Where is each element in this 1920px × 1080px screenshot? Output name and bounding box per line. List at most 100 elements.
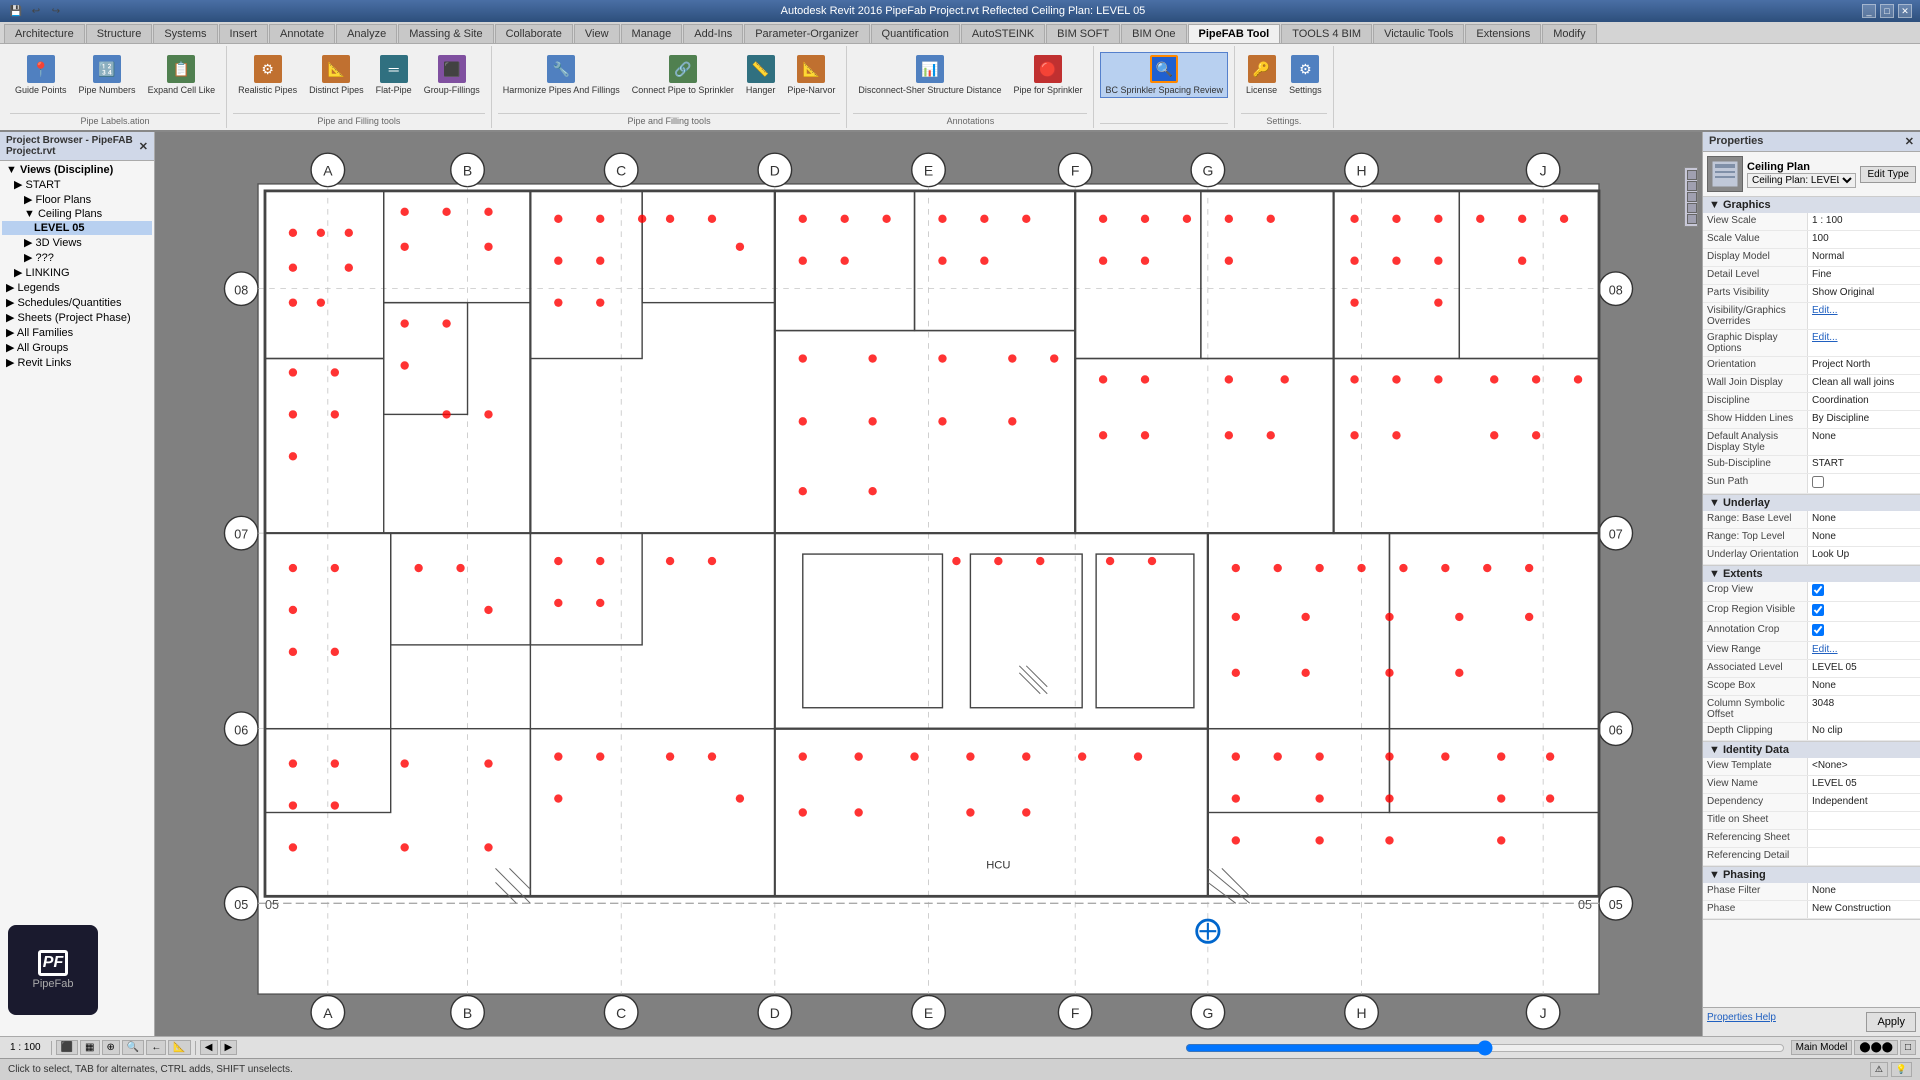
tab-autosteink[interactable]: AutoSTEINK (961, 24, 1045, 43)
pb-item-other[interactable]: ▶ ??? (2, 250, 152, 265)
tab-analyze[interactable]: Analyze (336, 24, 397, 43)
crop-view-check[interactable] (1812, 584, 1824, 596)
view-btn-7[interactable]: ◀ (200, 1040, 218, 1055)
group-fillings-btn[interactable]: ⬛ Group-Fillings (419, 52, 485, 98)
pb-item-views[interactable]: ▼ Views (Discipline) (2, 163, 152, 177)
view-scrollbar[interactable] (1185, 1044, 1785, 1052)
pb-item-level05[interactable]: LEVEL 05 (2, 221, 152, 235)
nav-fit-btn[interactable] (1687, 203, 1697, 213)
tab-bimsoft[interactable]: BIM SOFT (1046, 24, 1120, 43)
canvas-area[interactable]: A B C D E F G H J A (155, 132, 1702, 1036)
tab-view[interactable]: View (574, 24, 620, 43)
status-btn-1[interactable]: ⚠ (1870, 1062, 1888, 1077)
tab-systems[interactable]: Systems (153, 24, 217, 43)
tab-collaborate[interactable]: Collaborate (495, 24, 573, 43)
guide-points-btn[interactable]: 📍 Guide Points (10, 52, 72, 98)
tab-insert[interactable]: Insert (219, 24, 269, 43)
tab-param-org[interactable]: Parameter-Organizer (744, 24, 869, 43)
pb-item-start-views[interactable]: ▶ START (2, 177, 152, 192)
annotation-crop-check[interactable] (1812, 624, 1824, 636)
pipe-narvor-btn[interactable]: 📐 Pipe-Narvor (782, 52, 840, 98)
nav-cube[interactable] (1684, 167, 1698, 227)
edit-type-btn[interactable]: Edit Type (1860, 166, 1916, 183)
floor-plan-svg[interactable]: A B C D E F G H J A (165, 142, 1692, 1036)
harmonize-btn[interactable]: 🔧 Harmonize Pipes And Fillings (498, 52, 625, 98)
tab-bimone[interactable]: BIM One (1121, 24, 1186, 43)
tab-structure[interactable]: Structure (86, 24, 153, 43)
svg-text:J: J (1540, 1005, 1547, 1021)
tab-modify[interactable]: Modify (1542, 24, 1596, 43)
sun-path-check[interactable] (1812, 476, 1824, 488)
distinct-pipes-btn[interactable]: 📐 Distinct Pipes (304, 52, 369, 98)
ribbon-panel: 📍 Guide Points 🔢 Pipe Numbers 📋 Expand C… (0, 44, 1920, 132)
pipe-sprinkler-btn[interactable]: 🔴 Pipe for Sprinkler (1008, 52, 1087, 98)
realistic-pipes-btn[interactable]: ⚙ Realistic Pipes (233, 52, 302, 98)
pp-section-header-phasing[interactable]: ▼ Phasing (1703, 867, 1920, 883)
redo-btn[interactable]: ↪ (48, 3, 64, 19)
pp-section-header-identity[interactable]: ▼ Identity Data (1703, 742, 1920, 758)
pb-item-3d-views[interactable]: ▶ 3D Views (2, 235, 152, 250)
bc-sprinkler-review-btn[interactable]: 🔍 BC Sprinkler Spacing Review (1100, 52, 1228, 98)
pb-item-families[interactable]: ▶ All Families (2, 325, 152, 340)
connect-pipe-btn[interactable]: 🔗 Connect Pipe to Sprinkler (627, 52, 739, 98)
pp-type-row: Ceiling Plan Ceiling Plan: LEVEL 05 Edit… (1703, 152, 1920, 197)
pb-item-ceiling-plans[interactable]: ▼ Ceiling Plans (2, 207, 152, 221)
crop-visible-check[interactable] (1812, 604, 1824, 616)
hanger-btn[interactable]: 📏 Hanger (741, 52, 781, 98)
pb-item-schedules[interactable]: ▶ Schedules/Quantities (2, 295, 152, 310)
flat-pipe-btn[interactable]: ═ Flat-Pipe (371, 52, 417, 98)
nav-down-btn[interactable] (1687, 181, 1697, 191)
undo-btn[interactable]: ↩ (28, 3, 44, 19)
pb-item-revit-links[interactable]: ▶ Revit Links (2, 355, 152, 370)
tab-annotate[interactable]: Annotate (269, 24, 335, 43)
view-btn-3[interactable]: ⊕ (102, 1040, 120, 1055)
pp-row-view-scale: View Scale 1 : 100 (1703, 213, 1920, 231)
save-btn[interactable]: 💾 (8, 3, 24, 19)
pp-section-header-graphics[interactable]: ▼ Graphics (1703, 197, 1920, 213)
restore-btn[interactable]: □ (1880, 4, 1894, 18)
tab-addins[interactable]: Add-Ins (683, 24, 743, 43)
tab-quantification[interactable]: Quantification (871, 24, 960, 43)
close-btn[interactable]: ✕ (1898, 4, 1912, 18)
pp-row-vg-overrides: Visibility/Graphics Overrides Edit... (1703, 303, 1920, 330)
view-btn-2[interactable]: ▦ (80, 1040, 99, 1055)
nav-zoom-btn[interactable] (1687, 192, 1697, 202)
view-btn-4[interactable]: 🔍 (122, 1040, 144, 1055)
view-btn-1[interactable]: ⬛ (56, 1040, 78, 1055)
pipe-numbers-btn[interactable]: 🔢 Pipe Numbers (74, 52, 141, 98)
tab-manage[interactable]: Manage (621, 24, 683, 43)
view-btn-8[interactable]: ▶ (220, 1040, 238, 1055)
pb-item-floor-plans[interactable]: ▶ Floor Plans (2, 192, 152, 207)
license-btn[interactable]: 🔑 License (1241, 52, 1282, 98)
pb-close-btn[interactable]: ✕ (139, 140, 148, 153)
pb-item-legends[interactable]: ▶ Legends (2, 280, 152, 295)
disconnect-sher-btn[interactable]: 📊 Disconnect-Sher Structure Distance (853, 52, 1006, 98)
apply-btn[interactable]: Apply (1866, 1012, 1916, 1032)
tab-architecture[interactable]: Architecture (4, 24, 85, 43)
pb-item-groups[interactable]: ▶ All Groups (2, 340, 152, 355)
pb-item-linking[interactable]: ▶ LINKING (2, 265, 152, 280)
status-btn-2[interactable]: 💡 (1891, 1062, 1912, 1077)
tab-extensions[interactable]: Extensions (1465, 24, 1541, 43)
expand-cell-btn[interactable]: 📋 Expand Cell Like (143, 52, 221, 98)
pp-close-btn[interactable]: ✕ (1905, 135, 1914, 148)
tab-pipefab[interactable]: PipeFAB Tool (1188, 24, 1281, 43)
nav-up-btn[interactable] (1687, 170, 1697, 180)
properties-help-link[interactable]: Properties Help (1707, 1012, 1776, 1032)
pp-type-dropdown[interactable]: Ceiling Plan: LEVEL 05 (1747, 173, 1856, 188)
nav-orbit-btn[interactable] (1687, 214, 1697, 224)
tab-victaulic[interactable]: Victaulic Tools (1373, 24, 1464, 43)
view-btn-6[interactable]: 📐 (168, 1040, 190, 1055)
visual-style-btn[interactable]: □ (1900, 1040, 1916, 1055)
pp-section-identity: ▼ Identity Data View Template <None> Vie… (1703, 742, 1920, 867)
pb-item-sheets[interactable]: ▶ Sheets (Project Phase) (2, 310, 152, 325)
settings-btn[interactable]: ⚙ Settings (1284, 52, 1327, 98)
tab-massing[interactable]: Massing & Site (398, 24, 493, 43)
detail-level-btn[interactable]: ⬤⬤⬤ (1854, 1040, 1898, 1055)
pp-section-header-extents[interactable]: ▼ Extents (1703, 566, 1920, 582)
model-mode-btn[interactable]: Main Model (1791, 1040, 1853, 1055)
tab-tools4bim[interactable]: TOOLS 4 BIM (1281, 24, 1372, 43)
pp-section-header-underlay[interactable]: ▼ Underlay (1703, 495, 1920, 511)
minimize-btn[interactable]: _ (1862, 4, 1876, 18)
view-btn-5[interactable]: ← (146, 1040, 166, 1055)
